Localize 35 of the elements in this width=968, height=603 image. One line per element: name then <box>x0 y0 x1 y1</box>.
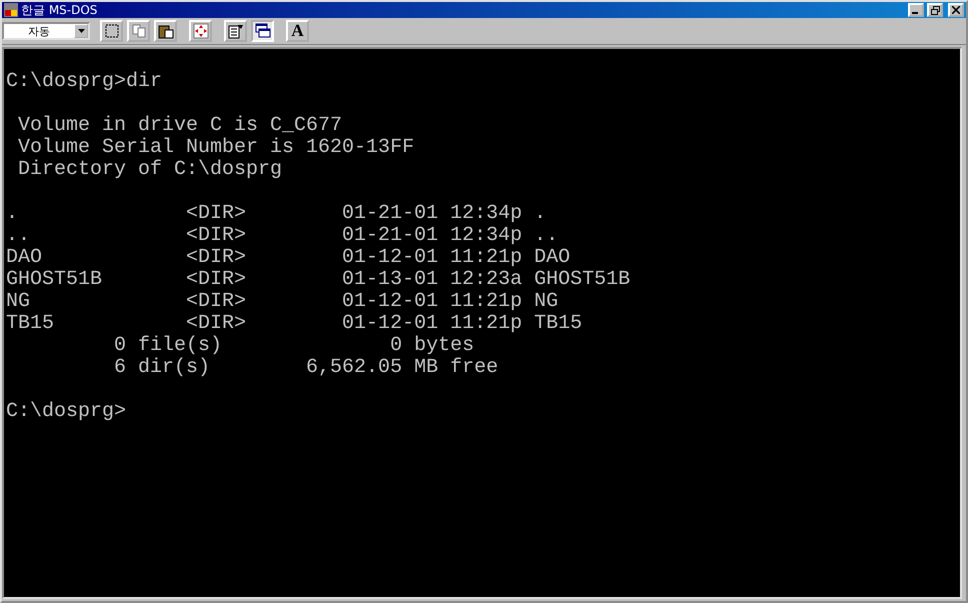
console-line: GHOST51B <DIR> 01-13-01 12:23a GHOST51B <box>6 269 632 291</box>
fullscreen-button[interactable] <box>189 20 212 42</box>
console-line: .. <DIR> 01-21-01 12:34p .. <box>6 225 560 247</box>
console-line: C:\dosprg> <box>6 401 128 423</box>
copy-icon <box>130 23 146 39</box>
console-line: Directory of C:\dosprg <box>17 159 284 181</box>
expand-icon <box>192 23 208 39</box>
mark-button[interactable] <box>100 20 123 42</box>
font-button[interactable]: A <box>286 20 309 42</box>
windows-icon <box>254 23 270 39</box>
console-line: DAO <DIR> 01-12-01 11:21p DAO <box>6 247 572 269</box>
clipboard-icon <box>158 23 174 39</box>
copy-button[interactable] <box>127 20 150 42</box>
console-line: NG <DIR> 01-12-01 11:21p NG <box>6 291 560 313</box>
properties-button[interactable] <box>224 20 247 42</box>
console-line: 6 dir(s) 6,562.05 MB free <box>113 357 500 379</box>
console-line: TB15 <DIR> 01-12-01 11:21p TB15 <box>6 313 584 335</box>
background-button[interactable] <box>251 20 274 42</box>
restore-icon <box>930 6 940 14</box>
console-line: Volume in drive C is C_C677 <box>17 115 344 137</box>
console-line: C:\dosprg>dir <box>6 71 164 93</box>
font-size-dropdown[interactable]: 자동 <box>2 22 90 40</box>
close-button[interactable] <box>948 3 964 17</box>
console-line: . <DIR> 01-21-01 12:34p . <box>6 203 548 225</box>
minimize-button[interactable] <box>908 3 924 17</box>
font-size-value: 자동 <box>27 24 51 38</box>
console-line: Volume Serial Number is 1620-13FF <box>17 137 416 159</box>
close-icon <box>952 6 960 14</box>
console-line: 0 file(s) 0 bytes <box>113 335 476 357</box>
paste-button[interactable] <box>154 20 177 42</box>
window-title: 한글 MS-DOS <box>21 2 98 18</box>
properties-icon <box>228 23 244 39</box>
selection-icon <box>104 23 120 39</box>
restore-button[interactable] <box>927 3 943 17</box>
app-icon <box>4 3 18 17</box>
